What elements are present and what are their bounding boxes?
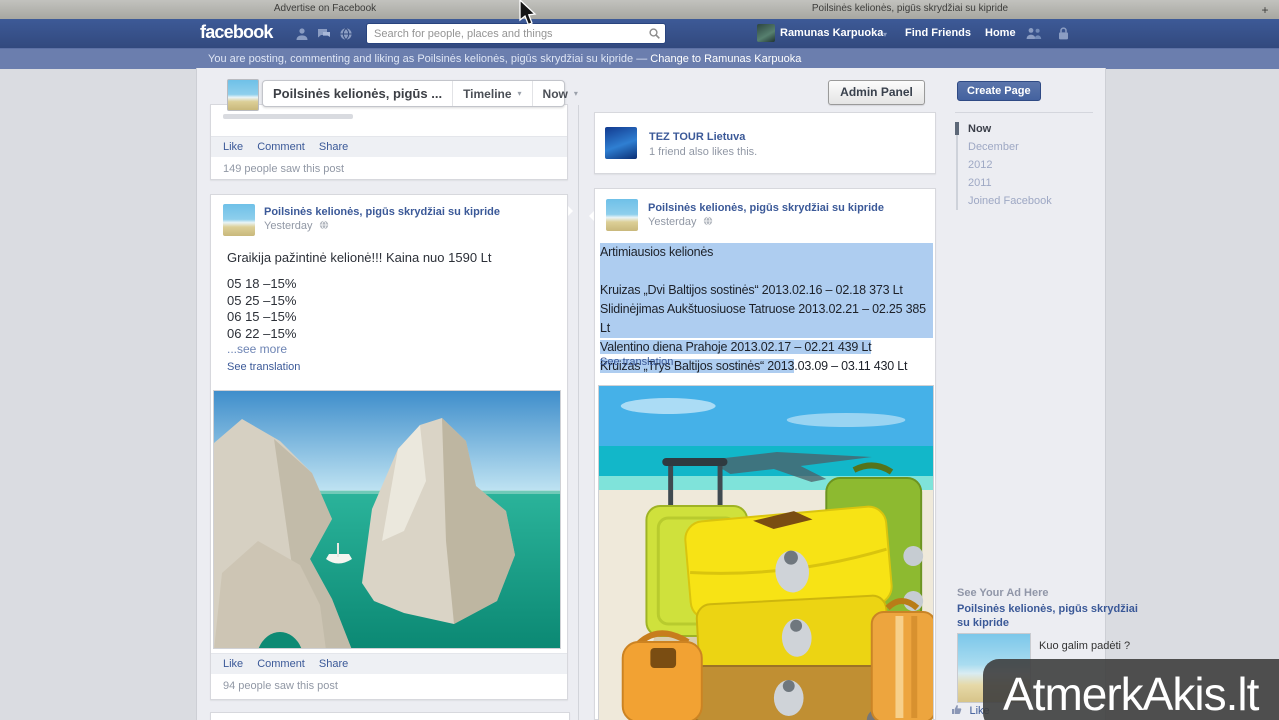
post-line: 06 15 –15% xyxy=(227,309,297,324)
privacy-lock-icon[interactable] xyxy=(1058,27,1069,40)
left-post-clipped: Like Comment Share 149 people saw this p… xyxy=(210,104,568,180)
ad-title-link[interactable]: Poilsinės kelionės, pigūs skrydžiai su k… xyxy=(957,602,1147,630)
admin-panel-button[interactable]: Admin Panel xyxy=(828,80,925,105)
post-timestamp[interactable]: Yesterday xyxy=(648,216,713,228)
thumb-up-icon[interactable] xyxy=(951,704,962,715)
post-page-avatar[interactable] xyxy=(223,204,255,236)
timeline-nav-joined[interactable]: Joined Facebook xyxy=(968,195,1052,207)
comment-button[interactable]: Comment xyxy=(257,658,305,670)
sel-line-tail: .03.09 – 03.11 430 Lt xyxy=(794,359,908,373)
account-caret-icon[interactable]: ▾ xyxy=(883,30,887,39)
post-line: 06 22 –15% xyxy=(227,325,297,341)
screen: Advertise on Facebook Poilsinės kelionės… xyxy=(0,0,1279,720)
messages-icon[interactable] xyxy=(317,27,331,41)
right-post: Poilsinės kelionės, pigūs skrydžiai su k… xyxy=(594,188,936,720)
divider xyxy=(955,112,1093,113)
post-line: 05 18 –15% xyxy=(227,276,297,291)
watermark-text: AtmerkAkis.lt xyxy=(1003,668,1259,720)
cursor-arrow-icon xyxy=(519,0,537,26)
left-post: Poilsinės kelionės, pigūs skrydžiai su k… xyxy=(210,194,568,700)
likes-subtext: 1 friend also likes this. xyxy=(649,146,758,158)
user-menu[interactable]: Ramunas Karpuoka xyxy=(780,27,883,39)
privacy-globe-icon xyxy=(319,220,328,230)
left-next-post-clipped xyxy=(210,712,570,720)
post-line: 05 25 –15% xyxy=(227,292,297,308)
sel-title: Artimiausios kelionės xyxy=(600,243,933,262)
timeline-nav-2011[interactable]: 2011 xyxy=(968,177,992,189)
tez-tour-avatar[interactable] xyxy=(605,127,637,159)
ad-section-header[interactable]: See Your Ad Here xyxy=(957,587,1049,599)
timeline-nav-now[interactable]: Now xyxy=(968,123,991,135)
browser-tab-advertise[interactable]: Advertise on Facebook xyxy=(215,3,435,14)
post-timestamp[interactable]: Yesterday xyxy=(264,220,329,232)
friends-shortcut-icon[interactable] xyxy=(1026,27,1042,40)
post-time-label: Yesterday xyxy=(648,216,697,228)
sel-blank-line xyxy=(600,262,933,281)
post-reach: 94 people saw this post xyxy=(223,680,338,692)
suitcases-beach-photo[interactable] xyxy=(598,385,934,720)
search-box xyxy=(366,23,666,44)
facebook-navbar: facebook Ramunas Karpuoka ▾ Find Friends… xyxy=(0,19,1279,49)
browser-tab-bar: Advertise on Facebook Poilsinės kelionės… xyxy=(0,0,1279,20)
ad-body-text: Kuo galim padėti ? xyxy=(1039,640,1131,652)
search-input[interactable] xyxy=(372,25,641,42)
friend-requests-icon[interactable] xyxy=(295,27,309,41)
clipped-post-text xyxy=(223,114,353,119)
notifications-icon[interactable] xyxy=(339,27,353,41)
timeline-nav-december[interactable]: December xyxy=(968,141,1019,153)
page-avatar[interactable] xyxy=(227,79,259,111)
timeline-arrow-right-post-icon xyxy=(584,211,594,221)
see-translation-link[interactable]: See translation xyxy=(227,361,300,373)
voice-switch-text: You are posting, commenting and liking a… xyxy=(208,53,801,65)
now-caret-icon[interactable]: ▾ xyxy=(574,89,578,98)
sel-line-text: Valentino diena Prahoje 2013.02.17 – 02.… xyxy=(600,340,872,354)
sel-line: Kruizas „Dvi Baltijos sostinės“ 2013.02.… xyxy=(600,281,933,300)
liked-page-name[interactable]: TEZ TOUR Lietuva xyxy=(649,131,745,143)
change-voice-link[interactable]: Change to Ramunas Karpuoka xyxy=(650,53,801,65)
timeline-nav-2012[interactable]: 2012 xyxy=(968,159,992,171)
share-button[interactable]: Share xyxy=(319,658,348,670)
timeline-nav-line xyxy=(956,122,958,210)
user-avatar[interactable] xyxy=(757,24,775,42)
comment-button[interactable]: Comment xyxy=(257,141,305,153)
voice-switch-bar: You are posting, commenting and liking a… xyxy=(0,48,1279,69)
like-button[interactable]: Like xyxy=(223,658,243,670)
page-title[interactable]: Poilsinės kelionės, pigūs ... xyxy=(263,86,452,101)
find-friends-link[interactable]: Find Friends xyxy=(905,27,971,39)
see-more-link[interactable]: ...see more xyxy=(227,342,287,356)
create-page-button[interactable]: Create Page xyxy=(957,81,1041,101)
post-page-avatar[interactable] xyxy=(606,199,638,231)
new-tab-button[interactable]: + xyxy=(1258,3,1272,17)
now-dropdown[interactable]: Now xyxy=(533,87,574,101)
post-title: Graikija pažintinė kelionė!!! Kaina nuo … xyxy=(227,250,492,265)
search-icon[interactable] xyxy=(649,28,660,39)
browser-tab-page[interactable]: Poilsinės kelionės, pigūs skrydžiai su k… xyxy=(755,3,1065,14)
timeline-caret-icon[interactable]: ▾ xyxy=(518,89,522,98)
post-page-name[interactable]: Poilsinės kelionės, pigūs skrydžiai su k… xyxy=(648,202,884,214)
timeline-dropdown[interactable]: Timeline xyxy=(453,87,517,101)
privacy-globe-icon xyxy=(703,216,712,226)
voice-message: You are posting, commenting and liking a… xyxy=(208,53,651,65)
timeline-arrow-left-post-icon xyxy=(568,206,578,216)
see-translation-link[interactable]: See translation xyxy=(600,356,673,368)
greece-rocks-photo[interactable] xyxy=(213,390,561,649)
atmerkakis-watermark: AtmerkAkis.lt xyxy=(983,659,1279,720)
timeline-nav-marker xyxy=(955,122,959,135)
post-page-name[interactable]: Poilsinės kelionės, pigūs skrydžiai su k… xyxy=(264,206,500,218)
share-button[interactable]: Share xyxy=(319,141,348,153)
post-time-label: Yesterday xyxy=(264,220,313,232)
home-link[interactable]: Home xyxy=(985,27,1016,39)
post-reach: 149 people saw this post xyxy=(223,163,345,175)
sel-line: Valentino diena Prahoje 2013.02.17 – 02.… xyxy=(600,338,933,357)
like-button[interactable]: Like xyxy=(223,141,243,153)
timeline-center-line xyxy=(578,105,579,720)
likes-box: TEZ TOUR Lietuva 1 friend also likes thi… xyxy=(594,112,936,174)
page-header-bar: Poilsinės kelionės, pigūs ... Timeline ▾… xyxy=(262,80,578,107)
facebook-logo[interactable]: facebook xyxy=(200,22,273,43)
sel-line: Slidinėjimas Aukštuosiuose Tatruose 2013… xyxy=(600,300,933,338)
post-body-lines: 05 18 –15% 05 25 –15% 06 15 –15% 06 22 –… xyxy=(227,276,296,342)
